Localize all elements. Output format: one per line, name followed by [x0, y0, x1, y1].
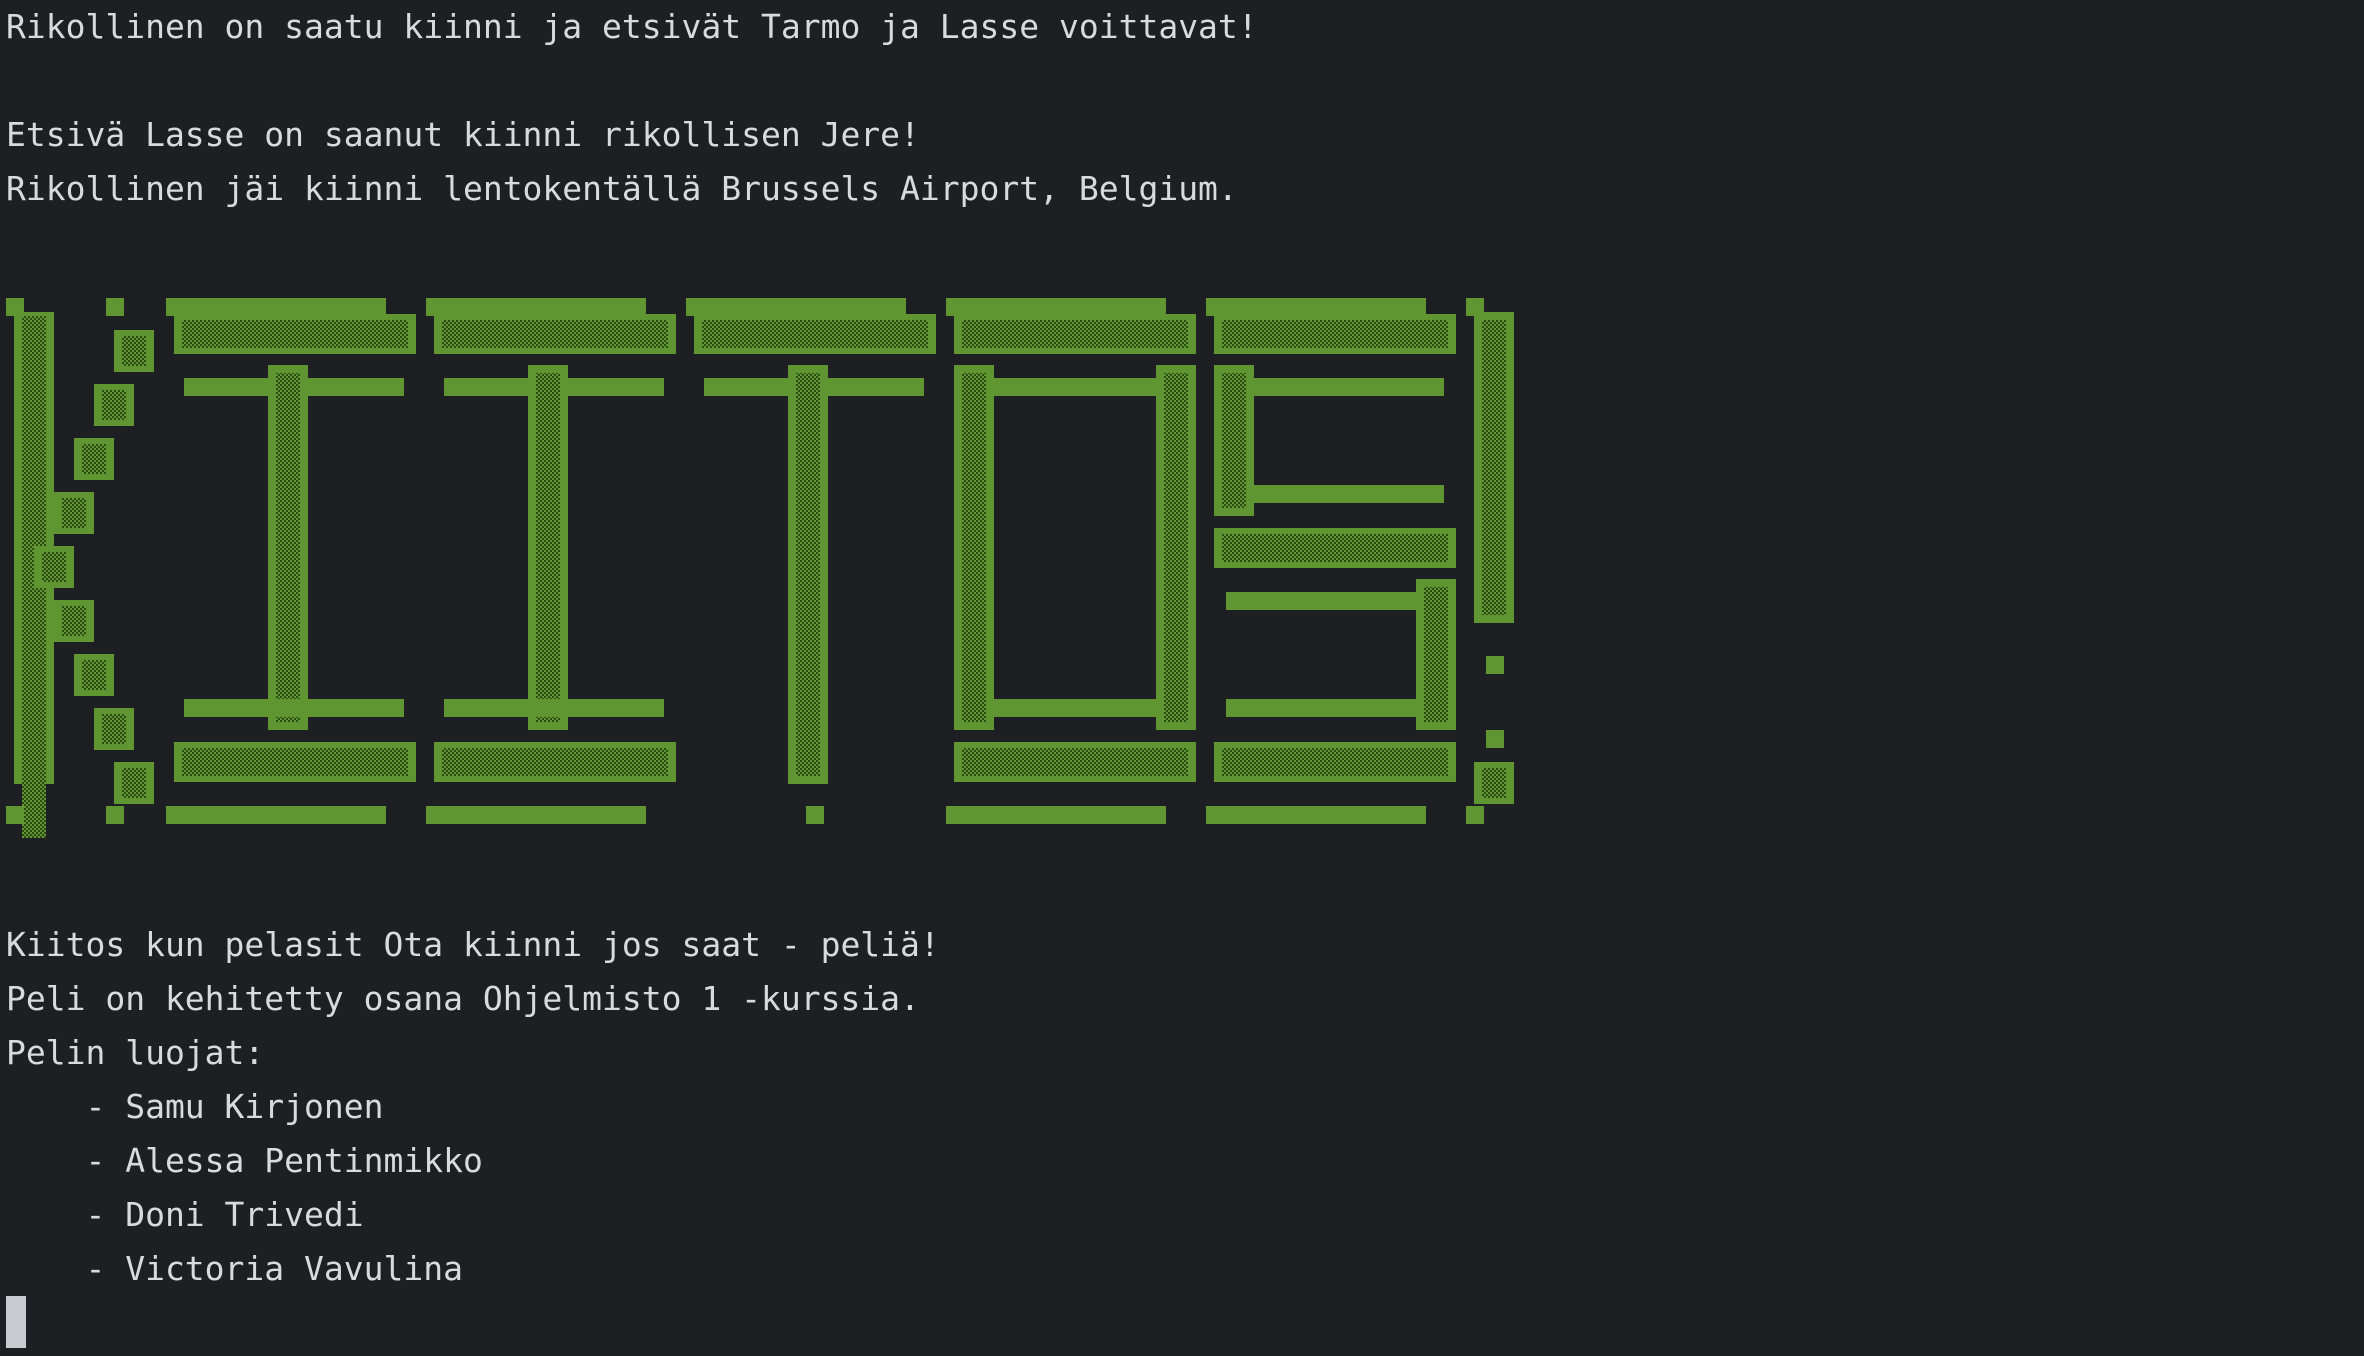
- k-arm-3s: [82, 444, 106, 474]
- i1-cap-top: [166, 298, 386, 316]
- excl-dot: [1486, 730, 1504, 748]
- k-arm-4s: [62, 498, 86, 528]
- s-bottom-frame-shade: [1222, 748, 1448, 776]
- s-mid-frame-shade: [1222, 534, 1448, 562]
- text-cursor: [6, 1296, 26, 1348]
- s-top-frame-shade: [1222, 320, 1448, 348]
- t-cap-top: [686, 298, 906, 316]
- t-stem-shade: [796, 373, 820, 776]
- o-bottom-frame-shade: [962, 748, 1188, 776]
- i1-stem-shade: [276, 373, 300, 722]
- o-left-shade: [962, 373, 986, 722]
- o-top-frame-shade: [962, 320, 1188, 348]
- creator-item: - Alessa Pentinmikko: [6, 1141, 483, 1180]
- k-leg-4s: [122, 768, 146, 798]
- i2-bottom-inner: [444, 699, 664, 717]
- i2-bottom-frame-shade: [442, 748, 668, 776]
- k-arm-1s: [122, 336, 146, 366]
- o-inner-bottom: [994, 699, 1156, 717]
- s-mid-top: [1254, 485, 1444, 503]
- i2-cap-top: [426, 298, 646, 316]
- k-top-right: [106, 298, 124, 316]
- k-bottom-right: [106, 806, 124, 824]
- t-top-frame-shade: [702, 320, 928, 348]
- k-leg-2s: [82, 660, 106, 690]
- s-bottom-cap: [1206, 806, 1426, 824]
- k-joint-s: [42, 552, 66, 582]
- i1-bottom-frame-shade: [182, 748, 408, 776]
- s-left-shade: [1222, 373, 1246, 508]
- i1-cap-bottom: [166, 806, 386, 824]
- excl-bottom: [1466, 806, 1484, 824]
- s-inner-top: [1254, 378, 1444, 396]
- i1-bottom-inner: [184, 699, 404, 717]
- o-bottom-cap: [946, 806, 1166, 824]
- s-mid-bottom: [1226, 592, 1416, 610]
- i2-cap-bottom: [426, 806, 646, 824]
- o-inner-top: [994, 378, 1156, 396]
- k-bottom-left: [6, 806, 24, 824]
- creators-heading: Pelin luojat:: [6, 1033, 265, 1072]
- s-top-cap: [1206, 298, 1426, 316]
- t-foot: [806, 806, 824, 824]
- terminal-window[interactable]: Rikollinen on saatu kiinni ja etsivät Ta…: [0, 0, 2364, 1356]
- i2-stem-shade: [536, 373, 560, 722]
- excl-stem-shade: [1482, 320, 1506, 615]
- excl-base-s: [1482, 768, 1506, 798]
- ascii-banner-kiitos: [6, 298, 1514, 838]
- creator-item: - Samu Kirjonen: [6, 1087, 384, 1126]
- s-right-shade: [1424, 587, 1448, 722]
- o-right-shade: [1164, 373, 1188, 722]
- creator-item: - Victoria Vavulina: [6, 1249, 463, 1288]
- k-leg-1s: [62, 606, 86, 636]
- k-arm-2s: [102, 390, 126, 420]
- i2-top-frame-shade: [442, 320, 668, 348]
- i1-top-frame-shade: [182, 320, 408, 348]
- creator-item: - Doni Trivedi: [6, 1195, 364, 1234]
- thanks-line: Kiitos kun pelasit Ota kiinni jos saat -…: [6, 925, 940, 964]
- o-top-cap: [946, 298, 1166, 316]
- k-leg-3s: [102, 714, 126, 744]
- s-inner-bottom: [1226, 699, 1416, 717]
- excl-dot-upper: [1486, 656, 1504, 674]
- course-line: Peli on kehitetty osana Ohjelmisto 1 -ku…: [6, 979, 920, 1018]
